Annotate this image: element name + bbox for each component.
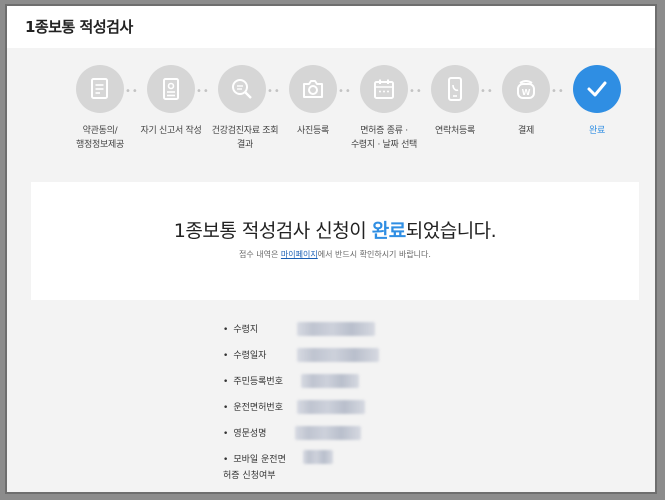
- wallet-icon: W: [502, 65, 550, 113]
- phone-icon: [431, 65, 479, 113]
- svg-text:W: W: [522, 88, 531, 97]
- check-icon: [573, 65, 621, 113]
- redacted-value: [297, 322, 375, 336]
- completion-panel: 1종보통 적성검사 신청이 완료되었습니다. 접수 내역은 마이페이지에서 반드…: [31, 182, 639, 492]
- calendar-icon: [360, 65, 408, 113]
- page-header: 1종보통 적성검사: [7, 6, 655, 49]
- step-label: 완료: [589, 126, 605, 136]
- detail-row-resident-number: • 주민등록번호: [223, 377, 283, 387]
- redacted-value: [303, 450, 333, 464]
- redacted-value: [295, 426, 361, 440]
- document-icon: [76, 65, 124, 113]
- progress-steps: 약관동의/행정정보제공 •• 자기 신고서 작성 •• 건강검진자료 조회 결과 …: [7, 48, 655, 168]
- redacted-value: [297, 348, 379, 362]
- detail-row-english-name: • 영문성명: [223, 429, 267, 439]
- detail-row-license-number: • 운전면허번호: [223, 403, 283, 413]
- application-details: • 수령지 • 수령일자 • 주민등록번호 • 운전면허번호 • 영문성명 • 모바일 운전…: [31, 300, 639, 492]
- form-icon: [147, 65, 195, 113]
- page-title: 1종보통 적성검사: [25, 18, 133, 36]
- detail-row-pickup-date: • 수령일자: [223, 351, 267, 361]
- detail-row-pickup-location: • 수령지: [223, 325, 259, 335]
- completion-subtitle: 접수 내역은 마이페이지에서 반드시 확인하시기 바랍니다.: [239, 250, 431, 259]
- completion-title: 1종보통 적성검사 신청이 완료되었습니다.: [173, 220, 497, 242]
- camera-icon: [289, 65, 337, 113]
- redacted-value: [297, 400, 365, 414]
- page-frame: 1종보통 적성검사 약관동의/행정정보제공 •• 자기 신고서 작성 •• 건강…: [5, 4, 657, 494]
- mypage-link[interactable]: 마이페이지: [281, 250, 318, 259]
- search-icon: [218, 65, 266, 113]
- step-complete: 완료: [552, 65, 642, 138]
- redacted-value: [301, 374, 359, 388]
- detail-row-mobile-license: • 모바일 운전면 허증 신청여부: [223, 455, 286, 481]
